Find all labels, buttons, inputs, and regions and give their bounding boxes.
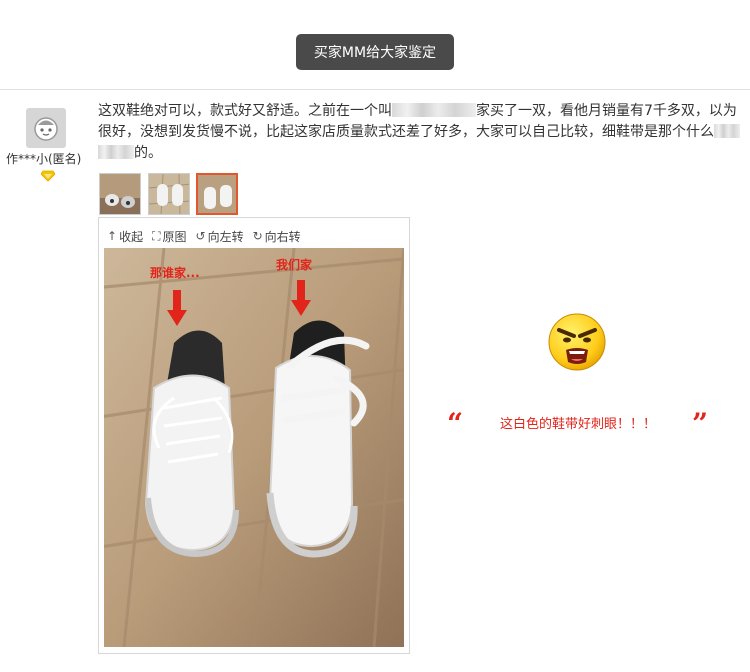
rotate-right-button[interactable]: ↻ 向右转: [253, 226, 301, 246]
review-text: 这双鞋绝对可以，款式好又舒适。之前在一个叫 家买了一双，看他月销量有7千多双，以为…: [98, 101, 743, 164]
close-quote-mark: ”: [692, 407, 709, 440]
review-text-part: 的。: [134, 145, 162, 161]
avatar[interactable]: [26, 108, 66, 148]
collapse-button[interactable]: ↑ 收起: [107, 226, 143, 246]
review-line-2: 很好，没想到发货慢不说，比起这家店质量款式还差了好多，大家可以自己比较，细鞋带是…: [98, 122, 743, 143]
fullsize-icon: ⛶: [152, 228, 161, 243]
review-photo[interactable]: 那谁家... 我们家: [104, 248, 404, 647]
banner-label: 买家MM给大家鉴定: [313, 45, 437, 61]
diamond-icon: [41, 170, 55, 182]
rotate-left-button[interactable]: ↺ 向左转: [196, 226, 244, 246]
redacted-text: [98, 145, 134, 159]
thumbnail-3-selected[interactable]: [196, 173, 238, 215]
rotate-right-label: 向右转: [264, 229, 301, 244]
rotate-right-icon: ↻: [252, 229, 263, 243]
divider: [0, 89, 750, 90]
photo-label-right: 我们家: [276, 258, 313, 272]
original-size-button[interactable]: ⛶ 原图: [152, 226, 186, 246]
appraisal-banner: 买家MM给大家鉴定: [296, 34, 454, 70]
angry-emoji-icon: [548, 313, 606, 371]
collapse-icon: ↑: [107, 229, 118, 243]
viewer-toolbar: ↑ 收起 ⛶ 原图 ↺ 向左转 ↻ 向右转: [107, 226, 301, 246]
thumbnail-2[interactable]: [148, 173, 190, 215]
original-size-label: 原图: [162, 229, 187, 244]
open-quote-mark: “: [447, 407, 464, 440]
review-text-part: 很好，没想到发货慢不说，比起这家店质量款式还差了好多，大家可以自己比较，细鞋带是…: [98, 124, 714, 140]
comment-caption: 这白色的鞋带好刺眼！！！: [500, 417, 657, 432]
reviewer-name[interactable]: 作***小(匿名): [6, 150, 88, 167]
collapse-label: 收起: [119, 229, 144, 244]
review-text-part: 这双鞋绝对可以，款式好又舒适。之前在一个叫: [98, 103, 392, 119]
review-text-part: 家买了一双，看他月销量有7千多双，以为: [476, 103, 737, 119]
rotate-left-label: 向左转: [207, 229, 244, 244]
image-viewer: ↑ 收起 ⛶ 原图 ↺ 向左转 ↻ 向右转 那谁家... 我们家: [98, 217, 410, 654]
redacted-text: [714, 124, 740, 138]
review-line-3: 的。: [98, 143, 743, 164]
redacted-shop-name: [392, 103, 476, 117]
shoes-photo-image: [104, 248, 404, 647]
review-line-1: 这双鞋绝对可以，款式好又舒适。之前在一个叫 家买了一双，看他月销量有7千多双，以为: [98, 101, 743, 122]
thumbnail-1[interactable]: [99, 173, 141, 215]
avatar-face-icon: [34, 117, 58, 141]
photo-label-left: 那谁家...: [150, 266, 200, 280]
rotate-left-icon: ↺: [195, 229, 206, 243]
